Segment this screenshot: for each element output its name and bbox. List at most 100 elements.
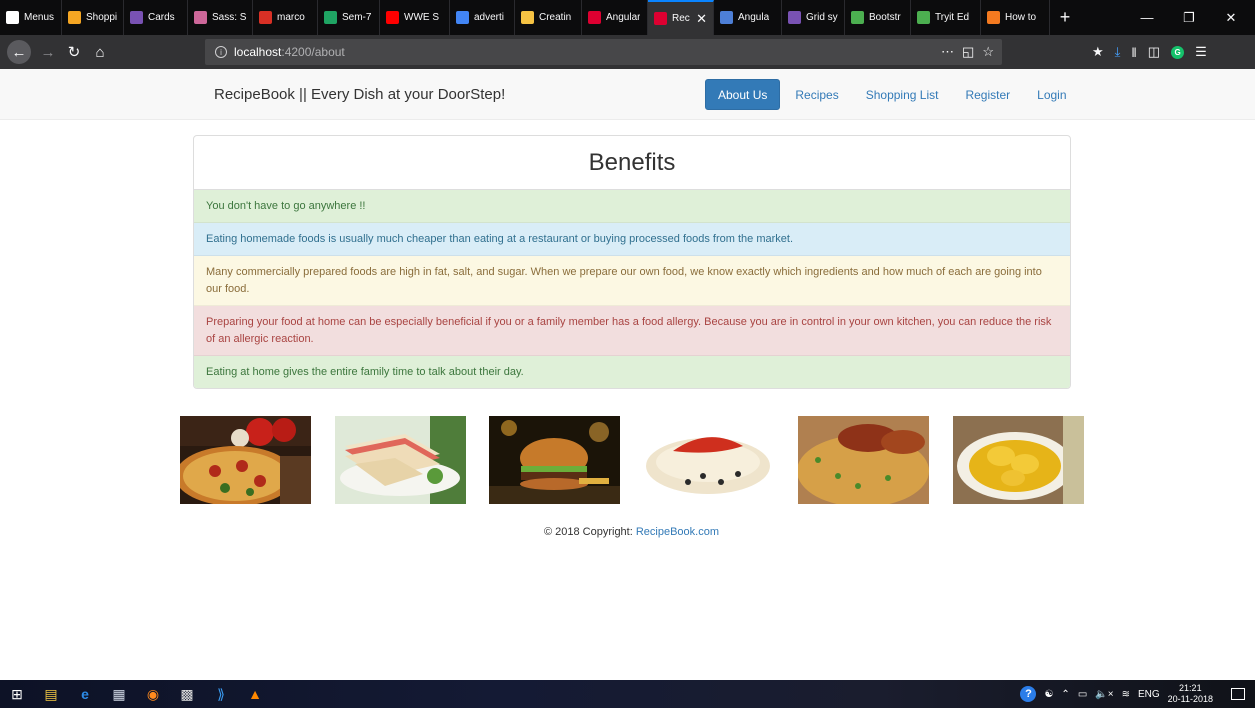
sass-icon [194,11,207,24]
benefit-item: You don't have to go anywhere !! [194,190,1070,223]
tab-label: Shoppi [86,12,117,23]
forward-button[interactable]: → [35,39,61,65]
browser-tab[interactable]: Shoppi [62,0,124,35]
url-bar[interactable]: i localhost:4200/about ⋯ ◱ ☆ [205,39,1002,65]
clock-time: 21:21 [1179,683,1202,693]
library-icon[interactable]: ‖ [1131,45,1136,60]
browser-tab[interactable]: Menus [0,0,62,35]
people-icon[interactable]: ☯ [1044,689,1053,700]
browser-tab[interactable]: Reci ✕ [648,0,714,35]
browser-tab[interactable]: How to [981,0,1050,35]
nav-register[interactable]: Register [953,79,1022,110]
forward-arrow-icon: → [40,43,56,61]
howto-icon [987,11,1000,24]
tab-label: Sass: Sy [212,12,246,23]
back-button[interactable]: ← [7,40,31,64]
browser-tab[interactable]: WWE S [380,0,450,35]
browser-tab[interactable]: Bootstr [845,0,911,35]
sandwich-image [335,416,466,504]
windows-taskbar: ⊞ ▤ e ▦ ◉ ▩ ⟫ ▲ ? ☯ ⌃ ▭ 🔈× ≋ ENG 21:21 2… [0,680,1255,708]
reader-icon[interactable]: ★ [1092,44,1104,60]
creating-icon [521,11,534,24]
browser-tab[interactable]: Sass: Sy [188,0,253,35]
benefit-item: Preparing your food at home can be espec… [194,306,1070,356]
tab-label: Grid sy [806,12,838,23]
notifications-icon[interactable] [1231,688,1245,700]
browser-tab[interactable]: Angula [714,0,782,35]
tab-label: Angula [738,12,770,23]
browser-tab[interactable]: Sem-7 [318,0,380,35]
firefox-icon[interactable]: ◉ [136,680,170,708]
bag-icon [68,11,81,24]
file-explorer-icon[interactable]: ▤ [34,680,68,708]
nav-about-us[interactable]: About Us [705,79,781,110]
new-tab-button[interactable]: + [1050,7,1080,28]
browser-tab-strip: Menus Shoppi Cards Sass: Sy marco Sem-7 WWE S a… [0,0,1255,35]
app-icon[interactable]: ▩ [170,680,204,708]
tab-label: marco [277,12,305,23]
angular-icon [654,12,667,25]
edge-browser-icon[interactable]: e [68,680,102,708]
site-info-icon[interactable]: i [215,46,227,58]
vlc-icon[interactable]: ▲ [238,680,272,708]
taco-image [643,416,774,504]
w3schools-icon [851,11,864,24]
nav-shopping-list[interactable]: Shopping List [854,79,951,110]
windows-start-icon[interactable]: ⊞ [0,680,34,708]
page-actions-icon[interactable]: ⋯ [941,44,954,60]
browser-tab[interactable]: Angular [582,0,648,35]
help-icon[interactable]: ? [1020,686,1037,702]
benefit-item: Eating homemade foods is usually much ch… [194,223,1070,256]
benefits-panel: Benefits You don't have to go anywhere !… [193,135,1071,389]
footer-site-link[interactable]: RecipeBook.com [636,526,719,538]
battery-icon[interactable]: ▭ [1078,689,1087,700]
nav-links: About Us Recipes Shopping List Register Logi… [705,79,1082,110]
copyright-text: © 2018 Copyright: [543,526,633,538]
download-icon[interactable]: ⤓ [1115,44,1121,60]
close-tab-icon[interactable]: ✕ [696,11,707,27]
sidebar-icon[interactable]: ◫ [1148,44,1160,60]
reload-icon: ↻ [67,44,81,61]
w3schools-icon [917,11,930,24]
reload-button[interactable]: ↻ [61,39,87,65]
browser-tab[interactable]: marco [253,0,318,35]
browser-tab[interactable]: Creatin [515,0,582,35]
home-button[interactable]: ⌂ [87,39,113,65]
pizza-image [180,416,311,504]
mdn-icon [720,11,733,24]
restore-button[interactable]: ❐ [1168,0,1210,35]
language-indicator[interactable]: ENG [1138,689,1160,700]
browser-toolbar: ← → ↻ ⌂ i localhost:4200/about ⋯ ◱ ☆ ★ ⤓… [0,35,1255,69]
bookmark-star-icon[interactable]: ☆ [982,44,994,60]
volume-icon[interactable]: 🔈× [1095,689,1113,700]
tab-list: Menus Shoppi Cards Sass: Sy marco Sem-7 WWE S a… [0,0,1050,35]
nav-recipes[interactable]: Recipes [783,79,850,110]
burger-image [489,416,620,504]
gmail-icon [259,11,272,24]
nav-login[interactable]: Login [1025,79,1078,110]
wifi-icon[interactable]: ≋ [1122,689,1130,700]
clock[interactable]: 21:21 20-11-2018 [1168,683,1213,705]
vscode-icon[interactable]: ⟫ [204,680,238,708]
store-icon[interactable]: ▦ [102,680,136,708]
brand-title[interactable]: RecipeBook || Every Dish at your DoorSte… [214,86,505,103]
angular-icon [588,11,601,24]
browser-tab[interactable]: Tryit Ed [911,0,981,35]
pocket-icon[interactable]: ◱ [962,44,974,60]
tab-label: Creatin [539,12,572,23]
minimize-button[interactable]: — [1126,0,1168,35]
browser-tab[interactable]: Cards [124,0,188,35]
browser-tab[interactable]: Grid sy [782,0,845,35]
tab-label: Reci [672,13,691,24]
bootstrap-icon [130,11,143,24]
browser-tab[interactable]: adverti [450,0,515,35]
tab-label: Menus [24,12,55,23]
hamburger-menu-icon[interactable]: ☰ [1195,44,1207,60]
youtube-icon [386,11,399,24]
grammarly-extension-icon[interactable]: G [1171,45,1185,59]
chevron-up-icon[interactable]: ⌃ [1061,689,1069,700]
clock-date: 20-11-2018 [1167,694,1213,704]
benefits-title: Benefits [194,136,1070,190]
close-window-button[interactable]: ✕ [1210,0,1252,35]
bootstrap-icon [788,11,801,24]
